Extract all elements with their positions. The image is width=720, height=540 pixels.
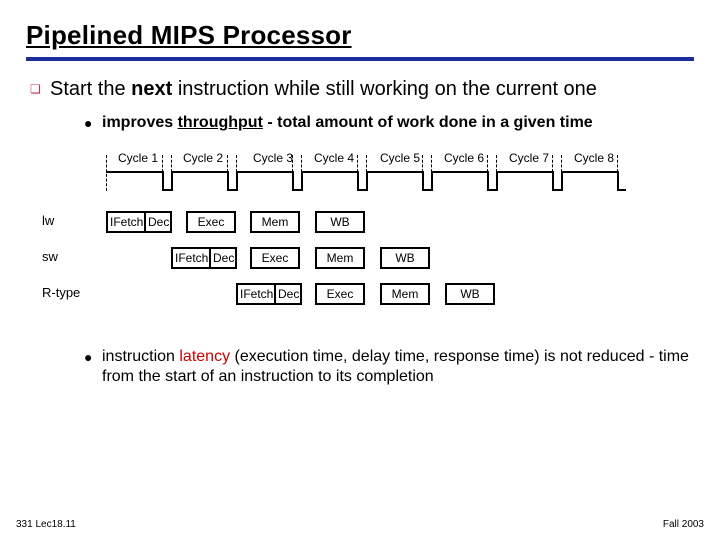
clock-edge-icon [496, 171, 498, 191]
slide: Pipelined MIPS Processor ❏ Start the nex… [0, 0, 720, 540]
text-bold: next [131, 78, 172, 100]
clock-high-icon [106, 171, 162, 173]
page-title: Pipelined MIPS Processor [26, 20, 352, 50]
clock-low-icon [617, 189, 626, 191]
stage-mem: Mem [315, 247, 365, 269]
text: instruction [102, 348, 179, 365]
text: Start the [50, 78, 131, 100]
clock-high-icon [366, 171, 422, 173]
bullet-level2: ● improves throughput - total amount of … [84, 113, 694, 133]
dash-line-icon [106, 155, 107, 191]
clock-high-icon [301, 171, 357, 173]
text: - total amount of work done in a given t… [263, 114, 593, 131]
cycle-waveform: Cycle 1 Cycle 2 Cycle 3 Cycle 4 Cycle 5 … [106, 151, 646, 197]
cycle-label: Cycle 3 [253, 151, 293, 165]
instr-label: sw [42, 249, 58, 264]
clock-edge-icon [357, 171, 359, 191]
clock-edge-icon [162, 171, 164, 191]
stage-ifetch: IFetch [171, 247, 211, 269]
bullet-text: instruction latency (execution time, del… [102, 347, 694, 387]
clock-low-icon [292, 189, 301, 191]
stage-wb: WB [315, 211, 365, 233]
clock-edge-icon [422, 171, 424, 191]
cycle-label: Cycle 1 [118, 151, 158, 165]
square-bullet-icon: ❏ [30, 77, 44, 101]
stage-exec: Exec [250, 247, 300, 269]
text: instruction while still working on the c… [172, 78, 597, 100]
text-underline: throughput [178, 114, 263, 131]
instr-label: R-type [42, 285, 80, 300]
clock-edge-icon [617, 171, 619, 191]
clock-low-icon [162, 189, 171, 191]
text-red: latency [179, 348, 230, 365]
clock-edge-icon [171, 171, 173, 191]
bullet-text: Start the next instruction while still w… [50, 77, 597, 101]
stage-wb: WB [380, 247, 430, 269]
stage-mem: Mem [250, 211, 300, 233]
clock-edge-icon [227, 171, 229, 191]
cycle-label: Cycle 7 [509, 151, 549, 165]
instr-label: lw [42, 213, 54, 228]
cycle-label: Cycle 6 [444, 151, 484, 165]
clock-edge-icon [552, 171, 554, 191]
stage-ifetch: IFetch [106, 211, 146, 233]
title-wrap: Pipelined MIPS Processor [26, 20, 694, 61]
clock-low-icon [357, 189, 366, 191]
clock-high-icon [496, 171, 552, 173]
cycle-label: Cycle 4 [314, 151, 354, 165]
clock-edge-icon [487, 171, 489, 191]
stage-dec: Dec [146, 211, 172, 233]
clock-edge-icon [366, 171, 368, 191]
footer-right: Fall 2003 [663, 519, 704, 530]
stage-mem: Mem [380, 283, 430, 305]
clock-edge-icon [292, 171, 294, 191]
clock-high-icon [236, 171, 292, 173]
clock-low-icon [422, 189, 431, 191]
stage-wb: WB [445, 283, 495, 305]
stage-dec: Dec [211, 247, 237, 269]
instr-row-sw: sw IFetch Dec Exec Mem WB [90, 247, 690, 275]
pipeline-diagram: Cycle 1 Cycle 2 Cycle 3 Cycle 4 Cycle 5 … [90, 151, 690, 331]
clock-low-icon [552, 189, 561, 191]
clock-edge-icon [561, 171, 563, 191]
footer: 331 Lec18.11 Fall 2003 [16, 519, 704, 530]
clock-low-icon [227, 189, 236, 191]
clock-high-icon [171, 171, 227, 173]
stage-ifetch: IFetch [236, 283, 276, 305]
stage-dec: Dec [276, 283, 302, 305]
clock-edge-icon [301, 171, 303, 191]
clock-edge-icon [236, 171, 238, 191]
clock-low-icon [487, 189, 496, 191]
cycle-label: Cycle 5 [380, 151, 420, 165]
clock-high-icon [431, 171, 487, 173]
dot-bullet-icon: ● [84, 347, 98, 367]
clock-edge-icon [431, 171, 433, 191]
bullet-level1: ❏ Start the next instruction while still… [30, 77, 694, 101]
bullet-level2: ● instruction latency (execution time, d… [84, 347, 694, 387]
stage-exec: Exec [315, 283, 365, 305]
bullet-text: improves throughput - total amount of wo… [102, 113, 593, 133]
stage-exec: Exec [186, 211, 236, 233]
cycle-label: Cycle 2 [183, 151, 223, 165]
clock-high-icon [561, 171, 617, 173]
text: improves [102, 114, 178, 131]
instr-row-rtype: R-type IFetch Dec Exec Mem WB [90, 283, 690, 311]
footer-left: 331 Lec18.11 [16, 519, 76, 530]
instr-row-lw: lw IFetch Dec Exec Mem WB [90, 211, 690, 239]
cycle-label: Cycle 8 [574, 151, 614, 165]
dot-bullet-icon: ● [84, 113, 98, 133]
